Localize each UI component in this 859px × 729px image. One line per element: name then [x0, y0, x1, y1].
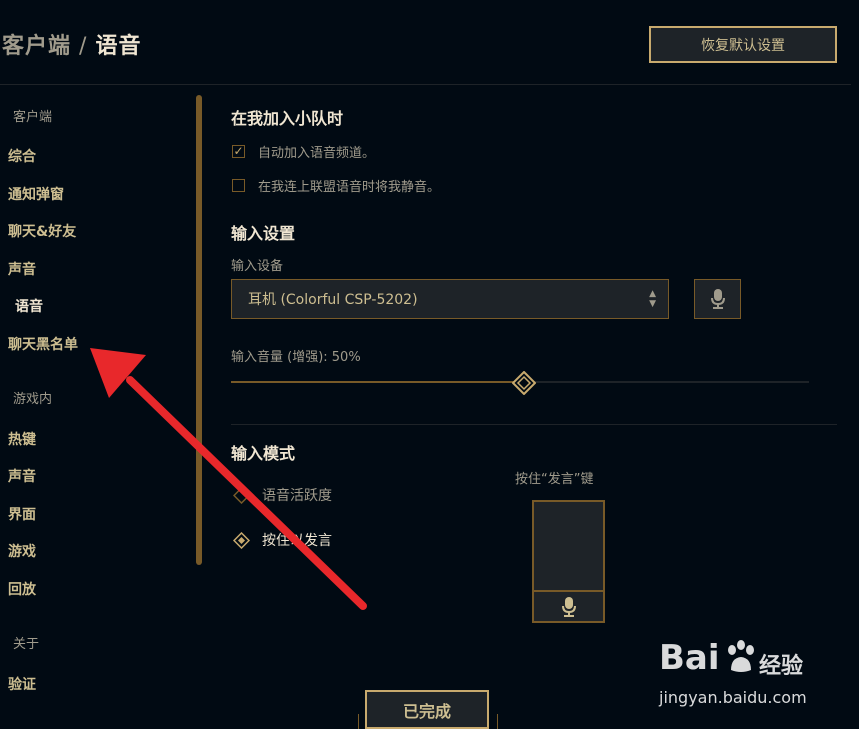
sidebar-item-hotkeys[interactable]: 热键 — [8, 429, 36, 449]
mute-on-connect-option[interactable]: 在我连上联盟语音时将我静音。 — [232, 176, 440, 195]
diamond-thumb-icon[interactable] — [512, 371, 536, 395]
breadcrumb-current: 语音 — [95, 34, 142, 59]
push-to-talk-key-label: 按住“发言”键 — [515, 472, 594, 487]
mute-on-connect-label: 在我连上联盟语音时将我静音。 — [258, 180, 441, 195]
voice-activity-label: 语音活跃度 — [262, 488, 332, 504]
sidebar-item-general[interactable]: 综合 — [8, 146, 36, 166]
sidebar-item-interface[interactable]: 界面 — [8, 504, 36, 524]
sidebar-item-notifications[interactable]: 通知弹窗 — [8, 184, 64, 204]
push-to-talk-keybind[interactable] — [532, 500, 605, 623]
chevron-updown-icon: ▲ ▼ — [649, 289, 656, 309]
input-mode-option-push-to-talk[interactable]: 按住以发言 — [233, 530, 332, 550]
sidebar-item-game[interactable]: 游戏 — [8, 541, 36, 561]
input-mode-title: 输入模式 — [231, 444, 296, 463]
auto-join-checkbox[interactable]: ✓ — [232, 145, 245, 158]
microphone-icon — [710, 289, 725, 309]
party-section-title: 在我加入小队时 — [231, 109, 344, 128]
sidebar-item-sound[interactable]: 声音 — [8, 259, 36, 279]
input-volume-fill — [231, 381, 520, 383]
restore-defaults-button[interactable]: 恢复默认设置 — [649, 26, 837, 63]
done-button[interactable]: 已完成 — [365, 690, 489, 729]
sidebar-item-ingame-sound[interactable]: 声音 — [8, 466, 36, 486]
page-title: 客户端 / 语音 — [2, 28, 141, 60]
sidebar-item-voice[interactable]: 语音 — [15, 296, 43, 316]
input-mode-option-voice-activity[interactable]: 语音活跃度 — [233, 485, 332, 505]
paw-icon — [728, 640, 754, 672]
watermark-brand-suffix: 经验 — [759, 654, 804, 679]
push-to-talk-label: 按住以发言 — [262, 533, 332, 549]
sidebar-item-verification[interactable]: 验证 — [8, 674, 36, 694]
breadcrumb-separator: / — [79, 34, 88, 59]
mic-test-button[interactable] — [694, 279, 741, 319]
auto-join-label: 自动加入语音频道。 — [258, 146, 376, 161]
auto-join-voice-option[interactable]: ✓ 自动加入语音频道。 — [232, 142, 375, 161]
microphone-icon — [561, 596, 576, 617]
section-divider — [231, 424, 837, 425]
input-volume-label: 输入音量 (增强): 50% — [231, 350, 361, 365]
sidebar-section-client: 客户端 — [13, 110, 53, 125]
sidebar-section-about: 关于 — [13, 637, 40, 652]
watermark-brand: Bai — [659, 638, 720, 678]
mute-on-connect-checkbox[interactable] — [232, 179, 245, 192]
input-settings-title: 输入设置 — [231, 224, 296, 243]
input-device-select[interactable]: 耳机 (Colorful CSP-5202) ▲ ▼ — [231, 279, 669, 319]
red-arrow-annotation — [90, 348, 367, 610]
sidebar-scrollbar[interactable] — [196, 95, 202, 565]
push-to-talk-key-slot[interactable] — [534, 502, 603, 590]
baidu-watermark: Bai 经验 jingyan.baidu.com — [659, 638, 849, 714]
sidebar-section-ingame: 游戏内 — [13, 392, 53, 407]
diamond-radio-icon[interactable] — [233, 531, 250, 549]
input-device-value: 耳机 (Colorful CSP-5202) — [248, 292, 418, 308]
sidebar-item-chat-blacklist[interactable]: 聊天黑名单 — [8, 334, 78, 354]
checkmark-icon: ✓ — [233, 144, 244, 158]
input-device-label: 输入设备 — [231, 259, 284, 274]
sidebar-item-chat-friends[interactable]: 聊天&好友 — [8, 221, 76, 241]
watermark-url: jingyan.baidu.com — [659, 688, 807, 707]
header-divider — [0, 84, 851, 85]
sidebar-item-replay[interactable]: 回放 — [8, 579, 36, 599]
breadcrumb-parent[interactable]: 客户端 — [2, 34, 71, 59]
diamond-radio-icon[interactable] — [233, 486, 250, 504]
